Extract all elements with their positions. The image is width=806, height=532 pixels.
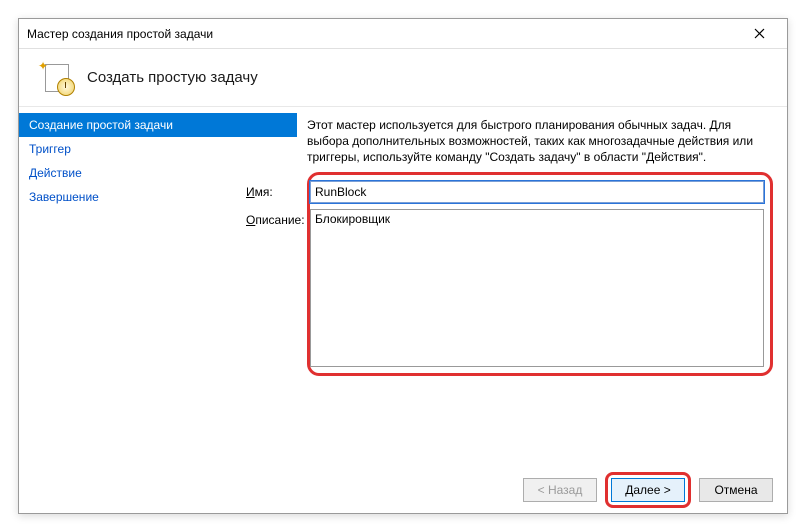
- close-button[interactable]: [739, 20, 779, 48]
- description-row: Описание:: [246, 209, 764, 367]
- step-create-basic-task[interactable]: Создание простой задачи: [19, 113, 297, 137]
- cancel-button[interactable]: Отмена: [699, 478, 773, 502]
- wizard-main-panel: Этот мастер используется для быстрого пл…: [297, 107, 787, 467]
- wizard-footer: < Назад Далее > Отмена: [19, 467, 787, 513]
- name-row: Имя:: [246, 181, 764, 203]
- wizard-header: ✦ Создать простую задачу: [19, 49, 787, 107]
- back-button: < Назад: [523, 478, 597, 502]
- fields-highlight: Имя: Описание:: [307, 172, 773, 376]
- description-input[interactable]: [310, 209, 764, 367]
- window-title: Мастер создания простой задачи: [27, 27, 739, 41]
- name-input[interactable]: [310, 181, 764, 203]
- next-button[interactable]: Далее >: [611, 478, 685, 502]
- description-label: Описание:: [246, 209, 310, 227]
- next-button-highlight: Далее >: [605, 472, 691, 508]
- wizard-heading: Создать простую задачу: [87, 69, 258, 86]
- step-trigger[interactable]: Триггер: [19, 137, 297, 161]
- name-label: Имя:: [246, 181, 310, 199]
- intro-text: Этот мастер используется для быстрого пл…: [307, 117, 773, 166]
- wizard-window: Мастер создания простой задачи ✦ Создать…: [18, 18, 788, 514]
- titlebar: Мастер создания простой задачи: [19, 19, 787, 49]
- wizard-body: Создание простой задачи Триггер Действие…: [19, 107, 787, 467]
- close-icon: [754, 28, 765, 39]
- task-wizard-icon: ✦: [41, 62, 73, 94]
